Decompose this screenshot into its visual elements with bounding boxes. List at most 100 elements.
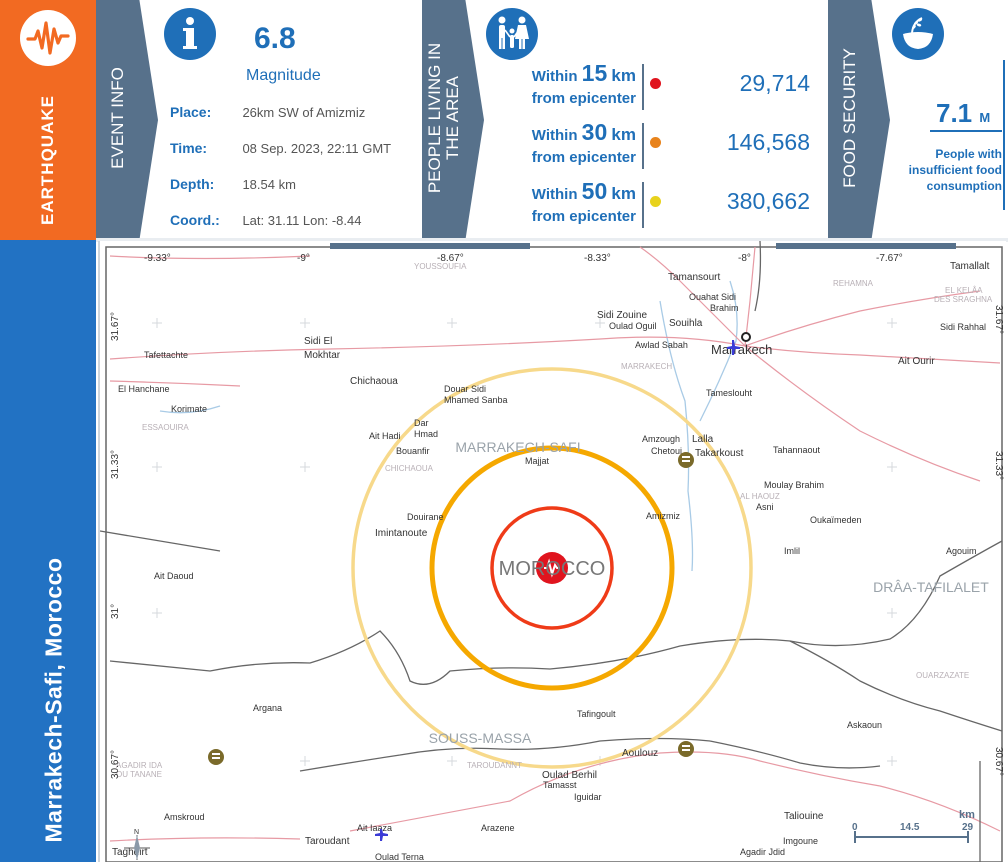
place-label: Ait Daoud (154, 571, 194, 581)
city-marker (741, 332, 751, 342)
place-label: Askaoun (847, 720, 882, 730)
scale-unit: km (959, 809, 975, 821)
place-label: Amizmiz (646, 511, 680, 521)
map-top-tab (776, 243, 956, 249)
event-info-label: EVENT INFO (108, 67, 127, 169)
place-label: Aoulouz (622, 748, 658, 759)
info-row-place: Place: 26km SW of Amizmiz (170, 104, 365, 122)
place-label: Mokhtar (304, 350, 341, 361)
place-label: Tafettachte (144, 350, 188, 360)
food-value-underline (930, 130, 1002, 132)
time-key: Time: (170, 140, 208, 156)
lat-tick: 30.67° (993, 747, 1004, 776)
people-label-line1: PEOPLE LIVING IN (425, 42, 444, 194)
lon-tick: -8.33° (584, 253, 611, 264)
ring-separator (642, 64, 644, 110)
magnitude-label: Magnitude (246, 67, 321, 84)
scale-tick: 14.5 (900, 822, 920, 833)
people-tab: PEOPLE LIVING IN THE AREA (422, 0, 484, 240)
lat-tick: 31.67° (110, 312, 121, 341)
province-label: ESSAOUIRA (142, 423, 189, 432)
province-label: AL HAOUZ (740, 492, 780, 501)
event-info-tab: EVENT INFO (96, 0, 158, 240)
place-label: Douar Sidi (444, 384, 486, 394)
food-value-number: 7.1 (936, 98, 973, 128)
place-label: Majjat (525, 456, 550, 466)
ring-color-dot (650, 137, 661, 148)
ring-unit: km (611, 66, 636, 85)
place-label: Tahannaout (773, 445, 821, 455)
place-label: Sidi Rahhal (940, 322, 986, 332)
place-label: Tamasst (543, 780, 577, 790)
place-label: Korimate (171, 404, 207, 414)
info-row-time: Time: 08 Sep. 2023, 22:11 GMT (170, 140, 391, 158)
lon-tick: -9.33° (144, 253, 171, 264)
place-label: Ait Ourir (898, 356, 935, 367)
place-label: Tamansourt (668, 272, 720, 283)
place-label: Taliouine (784, 811, 824, 822)
ring-color-dot (650, 78, 661, 89)
coord-value: Lat: 31.11 Lon: -8.44 (242, 213, 362, 228)
ring-distance: 15 (581, 60, 608, 86)
info-row-coord: Coord.: Lat: 31.11 Lon: -8.44 (170, 212, 361, 230)
food-bowl-icon (892, 8, 944, 60)
from-epicenter-label: from epicenter (531, 90, 636, 107)
place-label: Mhamed Sanba (444, 395, 508, 405)
place-label: Takarkoust (695, 448, 744, 459)
place-label: Chetoui (651, 446, 682, 456)
place-label: Brahim (710, 303, 739, 313)
people-label: PEOPLE LIVING IN THE AREA (425, 42, 462, 194)
place-label: Taghdirt (112, 847, 148, 858)
place-label: Imlil (784, 546, 800, 556)
hazard-tab: EARTHQUAKE (0, 0, 96, 240)
info-icon (164, 8, 216, 60)
lat-tick: 30.67° (110, 750, 121, 779)
place-label: Ait Hadi (369, 431, 401, 441)
ring-50-text: Within 50 km from epicenter (496, 180, 636, 228)
ring-population: 380,662 (726, 188, 810, 214)
region-band: Marrakech-Safi, Morocco (0, 240, 96, 862)
map-top-tab (330, 243, 530, 249)
ring-unit: km (611, 125, 636, 144)
ring-distance: 50 (581, 178, 608, 204)
lat-tick: 31.33° (110, 450, 121, 479)
map-panel[interactable]: MOROCCO MARRAKECH-SAFI SOUSS-MASSA DRÂA-… (98, 241, 1006, 862)
province-label: DES SRAGHNA (934, 295, 993, 304)
place-label: Oulad Oguil (609, 321, 657, 331)
province-label: AGADIR IDA (116, 761, 163, 770)
within-label: Within (531, 127, 578, 144)
place-key: Place: (170, 104, 212, 120)
place-label: Sidi Zouine (597, 310, 647, 321)
lon-tick: -9° (297, 253, 310, 264)
place-label: Arazene (481, 823, 515, 833)
family-icon (486, 8, 538, 60)
place-label: Chichaoua (350, 376, 398, 387)
ring-separator (642, 123, 644, 169)
place-label: Moulay Brahim (764, 480, 824, 490)
scale-tick: 0 (852, 822, 858, 833)
place-label: Tafingoult (577, 709, 616, 719)
place-label: Iguidar (574, 792, 602, 802)
depth-value: 18.54 km (242, 177, 296, 192)
place-label: Tamallalt (950, 261, 990, 272)
seismograph-icon (20, 10, 76, 66)
place-label: Agadir Jdid (740, 847, 785, 857)
info-row-depth: Depth: 18.54 km (170, 176, 296, 194)
province-label: MARRAKECH (621, 362, 672, 371)
place-label: El Hanchane (118, 384, 170, 394)
region-label-souss-massa: SOUSS-MASSA (429, 730, 532, 746)
place-label: Marrakech (711, 342, 772, 357)
lon-tick: -8.67° (437, 253, 464, 264)
lat-tick: 31° (110, 604, 121, 619)
ring-separator (642, 182, 644, 228)
place-label: Sidi El (304, 336, 332, 347)
north-label: N (134, 829, 139, 836)
province-label: CHICHAOUA (385, 464, 434, 473)
place-label: Imgoune (783, 836, 818, 846)
lat-tick: 31.67° (993, 305, 1004, 334)
market-icon (208, 749, 224, 765)
place-label: Souihla (669, 318, 703, 329)
magnitude-value: 6.8 (254, 22, 296, 55)
place-label: Hmad (414, 429, 438, 439)
scale-tick: 29 (962, 822, 974, 833)
